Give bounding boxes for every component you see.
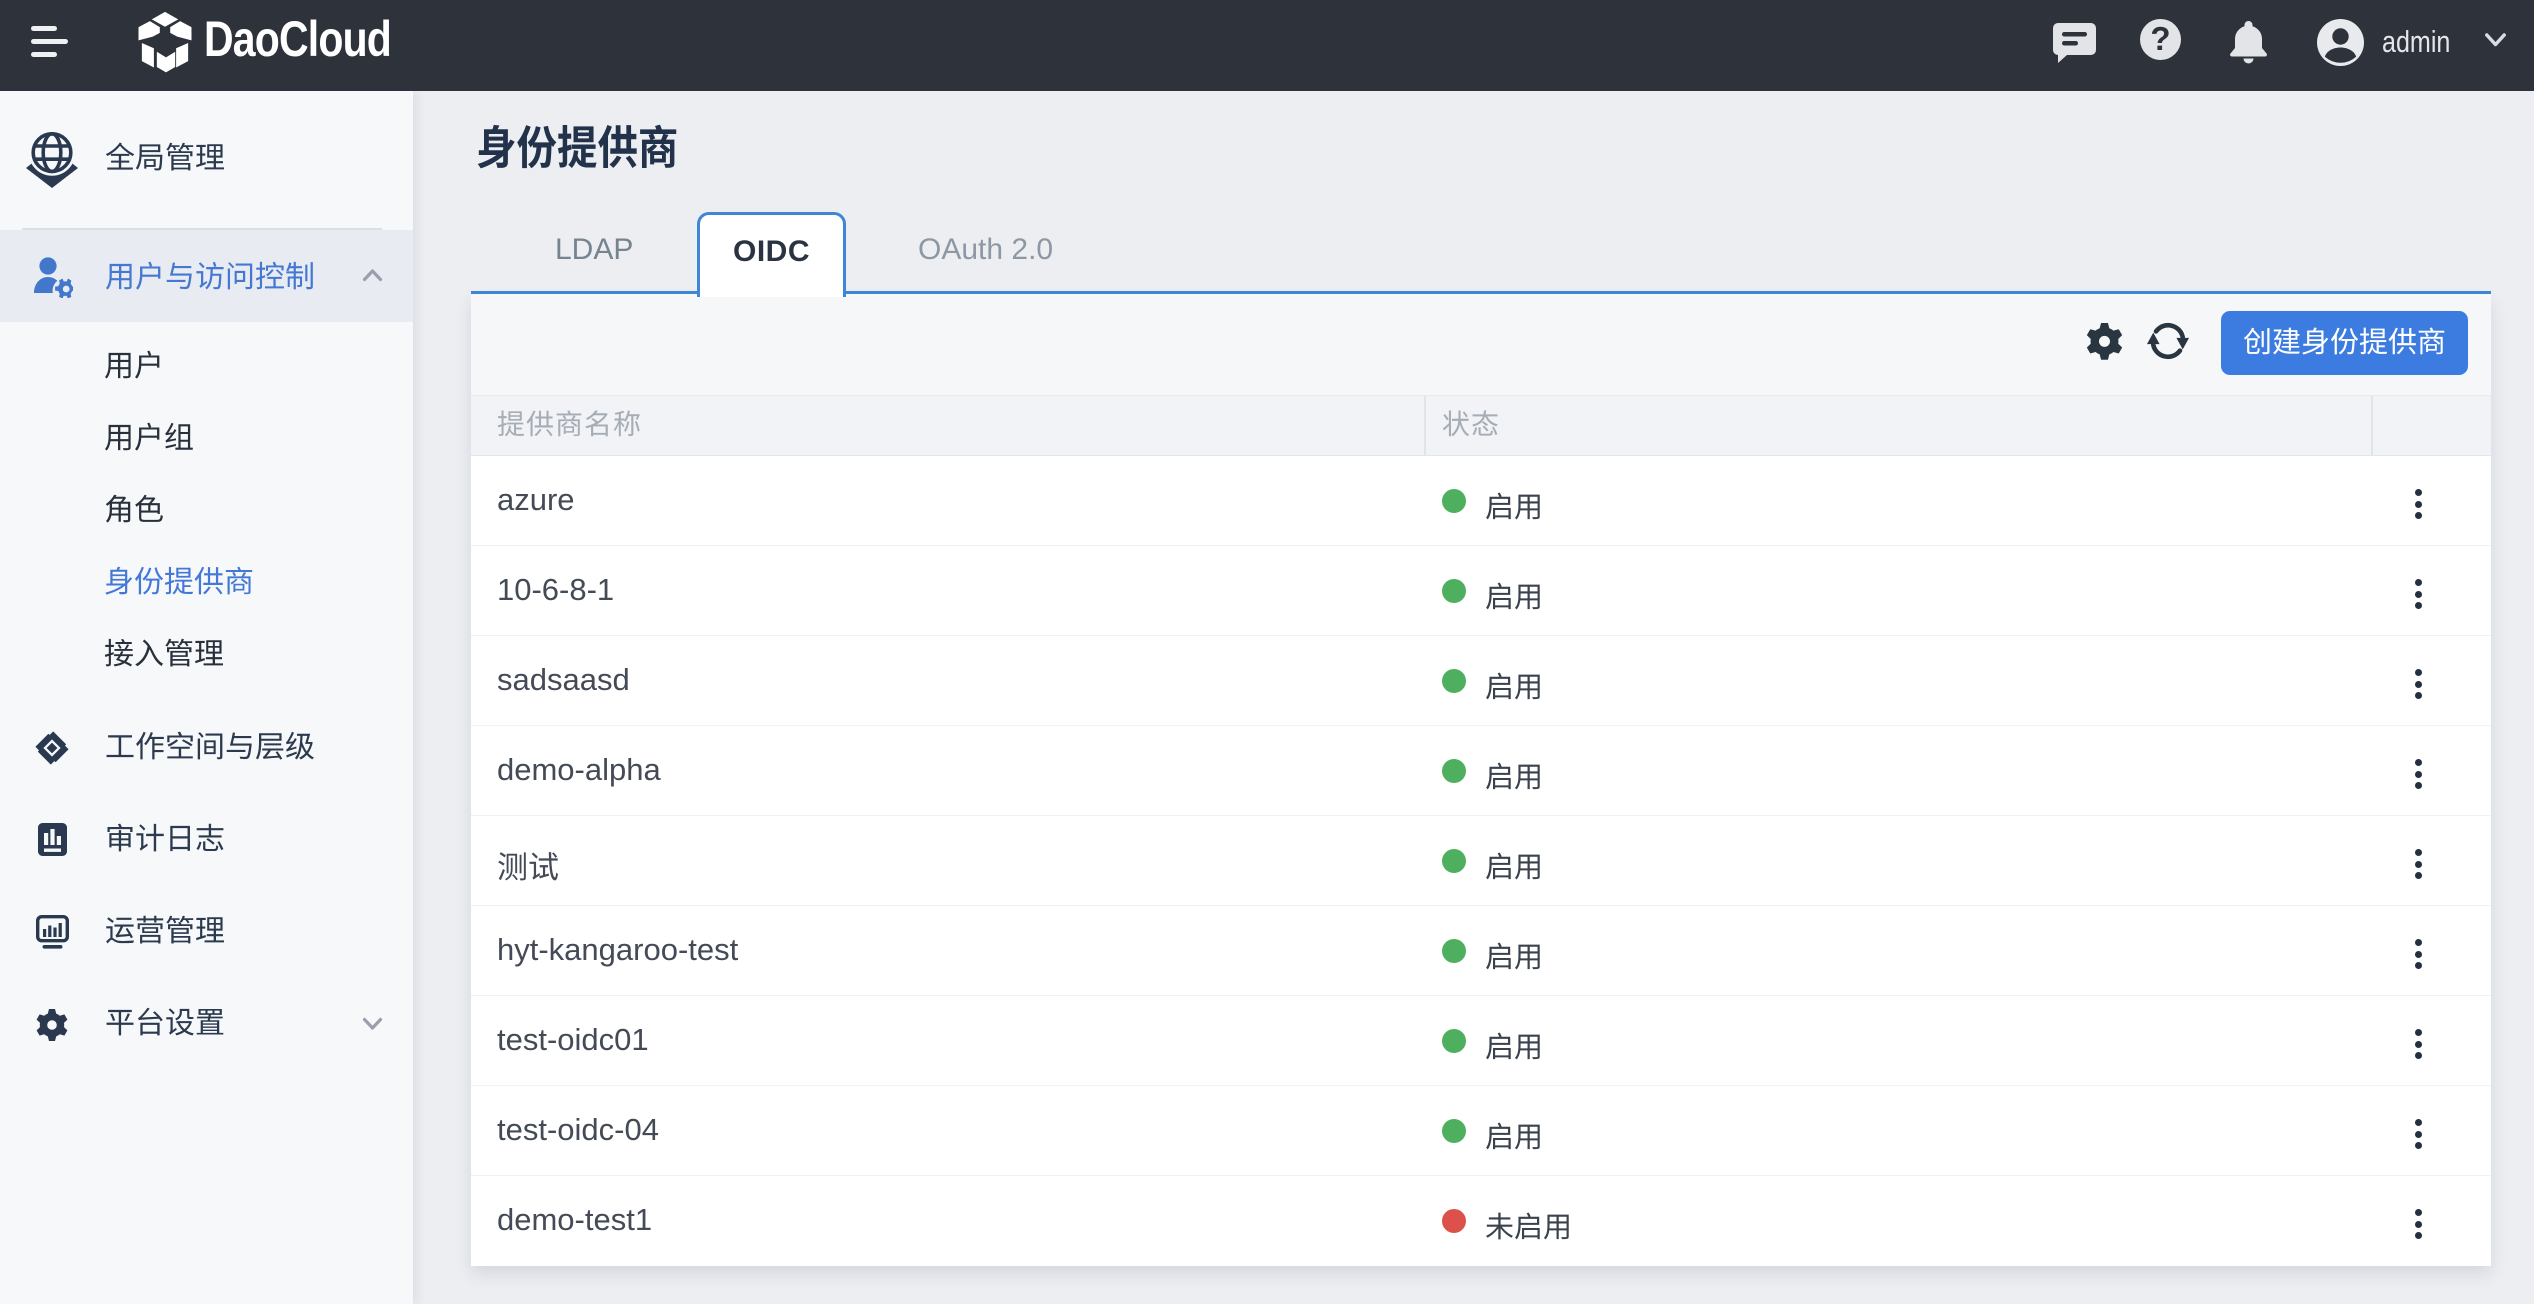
svg-text:?: ? [2150,20,2170,57]
